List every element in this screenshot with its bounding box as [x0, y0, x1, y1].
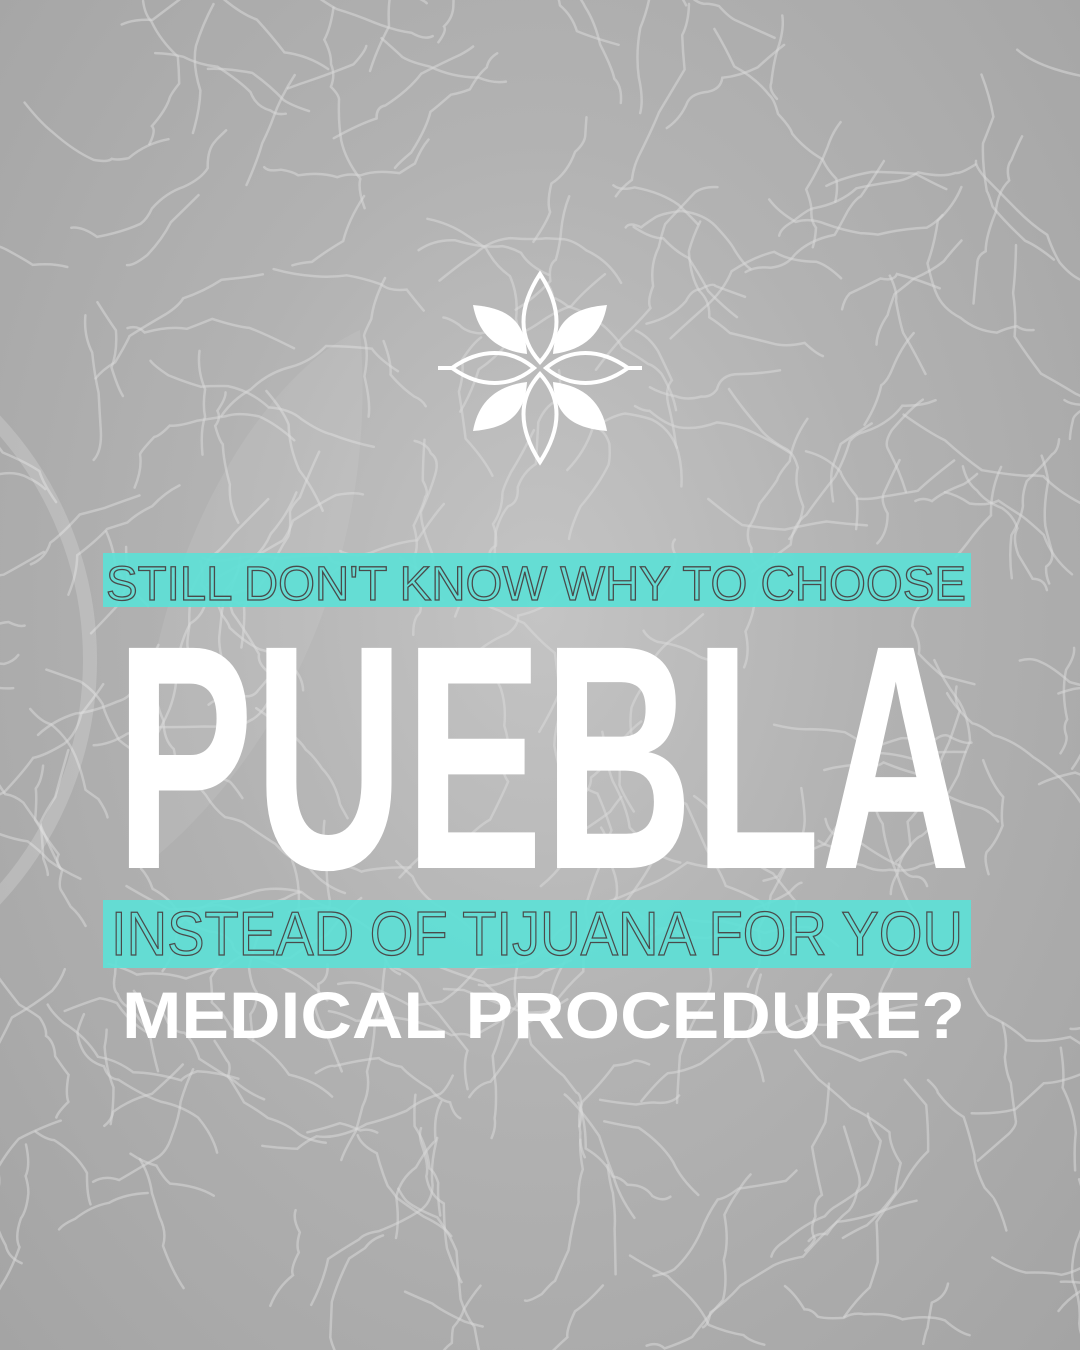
subheadline-bottom: INSTEAD OF TIJUANA FOR YOU — [111, 900, 963, 969]
main-headline: PUEBLA — [115, 578, 971, 936]
closing-headline: MEDICAL PROCEDURE? — [122, 978, 965, 1052]
poster-art: STILL DON'T KNOW WHY TO CHOOSE PUEBLA IN… — [103, 270, 971, 1052]
flower-logo-icon — [438, 270, 642, 466]
